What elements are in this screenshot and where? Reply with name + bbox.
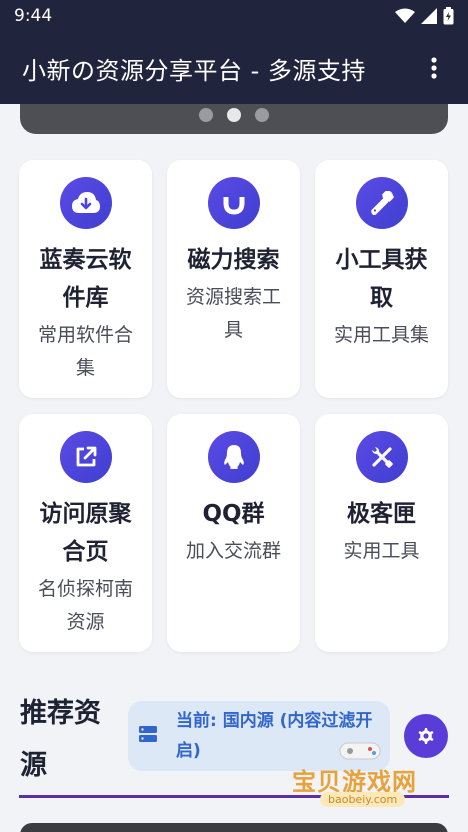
card-qq-group[interactable]: QQ群 加入交流群 (167, 414, 300, 652)
carousel-dot[interactable] (255, 108, 269, 122)
card-original-page[interactable]: 访问原聚合页 名侦探柯南资源 (19, 414, 152, 652)
card-title: 小工具获取 (335, 247, 428, 311)
card-magnet-search[interactable]: 磁力搜索 资源搜索工具 (167, 160, 300, 398)
carousel-indicator (0, 108, 468, 122)
card-desc: 资源搜索工具 (185, 286, 281, 341)
card-desc: 常用软件合集 (37, 324, 133, 379)
wifi-icon (395, 8, 415, 23)
card-title: 极客匣 (347, 501, 416, 527)
external-link-icon (59, 431, 112, 483)
recommend-section-title: 推荐资源 (20, 698, 101, 781)
server-icon (138, 724, 160, 748)
status-icons (395, 7, 454, 25)
watermark-logo: 宝贝游戏网 baobeiy.com (288, 740, 438, 812)
wrench-icon (355, 177, 408, 229)
card-title: 磁力搜索 (187, 247, 280, 273)
recommend-card-preview[interactable] (20, 823, 448, 832)
status-time: 9:44 (14, 6, 53, 26)
card-geek-box[interactable]: 极客匣 实用工具 (315, 414, 448, 652)
overflow-menu-icon[interactable] (422, 48, 446, 88)
tools-icon (355, 431, 408, 483)
status-bar: 9:44 (0, 0, 468, 32)
card-desc: 名侦探柯南资源 (37, 578, 133, 633)
carousel-dot[interactable] (199, 108, 213, 122)
carousel-dot-active[interactable] (227, 108, 241, 122)
card-mini-tools[interactable]: 小工具获取 实用工具集 (315, 160, 448, 398)
feature-grid: 蓝奏云软件库 常用软件合集 磁力搜索 资源搜索工具 小工具获取 实用工具集 访问… (19, 160, 449, 652)
qq-icon (207, 431, 260, 483)
gamepad-icon (339, 742, 381, 760)
card-title: 蓝奏云软件库 (39, 247, 132, 311)
cloud-download-icon (59, 177, 112, 229)
app-bar: 小新の资源分享平台 - 多源支持 (0, 32, 468, 104)
card-title: 访问原聚合页 (39, 501, 132, 565)
magnet-icon (207, 177, 260, 229)
card-lanzou[interactable]: 蓝奏云软件库 常用软件合集 (19, 160, 152, 398)
signal-icon (421, 8, 437, 24)
card-desc: 实用工具 (343, 540, 420, 562)
battery-icon (443, 7, 454, 25)
card-desc: 加入交流群 (185, 540, 281, 562)
watermark-url: baobeiy.com (320, 792, 406, 807)
app-title: 小新の资源分享平台 - 多源支持 (22, 56, 366, 85)
card-title: QQ群 (202, 501, 265, 527)
card-desc: 实用工具集 (333, 324, 429, 346)
